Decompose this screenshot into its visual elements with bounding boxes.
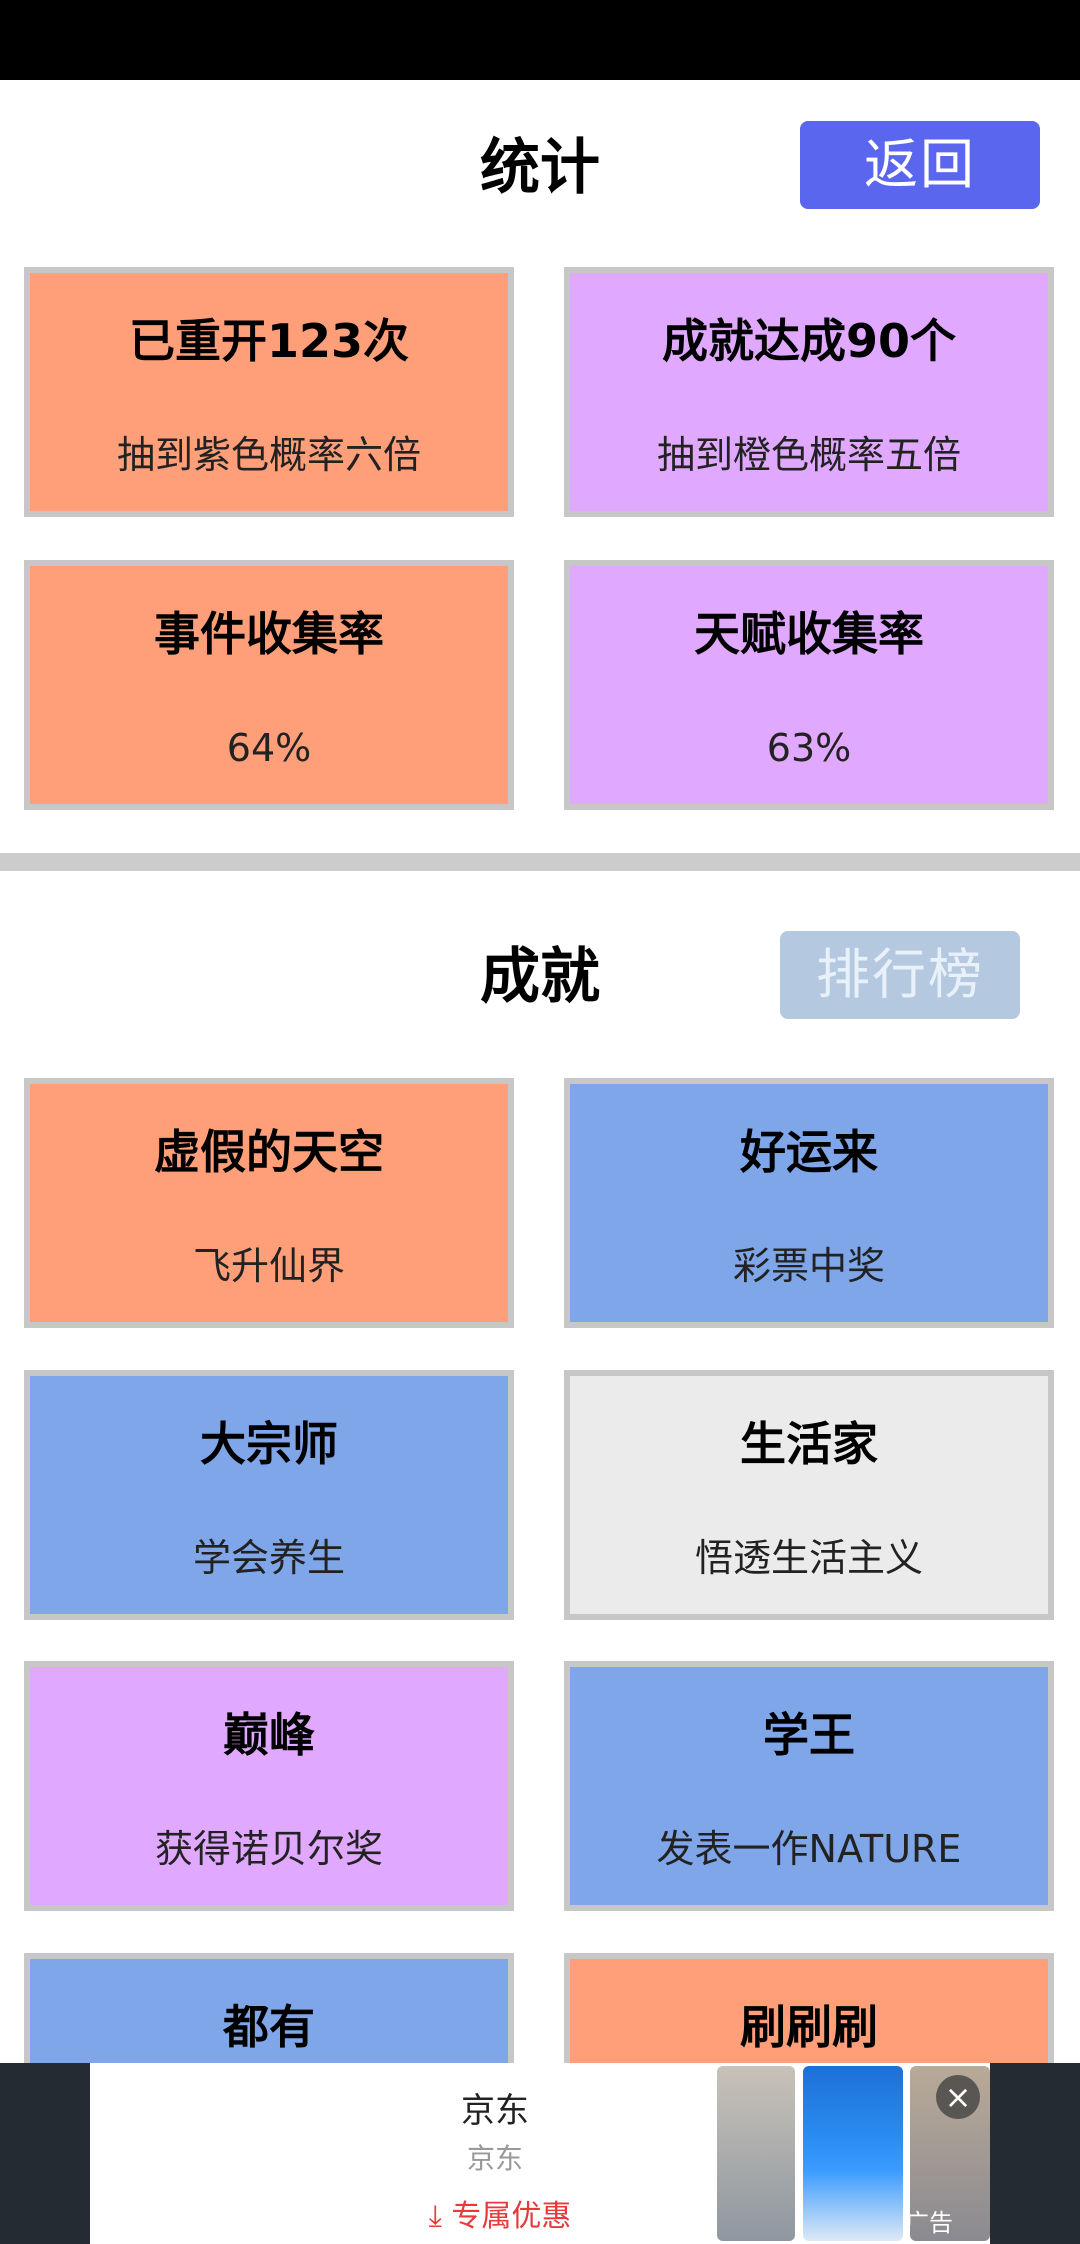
stat-card-talent-rate[interactable]: 天赋收集率 63% [564, 560, 1054, 810]
achievement-title: 大宗师 [200, 1417, 338, 1471]
ad-subtitle: 京东 [466, 2142, 523, 2175]
achievement-card[interactable]: 虚假的天空 飞升仙界 [24, 1078, 514, 1328]
section-divider [0, 853, 1080, 871]
achievement-title: 刷刷刷 [740, 2000, 878, 2054]
achievement-card[interactable]: 生活家 悟透生活主义 [564, 1370, 1054, 1620]
stat-card-sub: 抽到橙色概率五倍 [656, 433, 961, 477]
ad-cta-button[interactable]: ⤓ 专属优惠 [400, 2191, 600, 2235]
stat-card-event-rate[interactable]: 事件收集率 64% [24, 560, 514, 810]
stat-card-achievements[interactable]: 成就达成90个 抽到橙色概率五倍 [564, 267, 1054, 517]
stat-card-sub: 63% [766, 726, 852, 770]
achievement-title: 生活家 [740, 1417, 878, 1471]
achievement-card[interactable]: 学王 发表一作NATURE [564, 1661, 1054, 1911]
achievement-title: 虚假的天空 [154, 1125, 384, 1179]
achievement-desc: 学会养生 [192, 1536, 345, 1580]
ad-title: 京东 [461, 2091, 529, 2131]
achievement-title: 学王 [763, 1708, 855, 1762]
achievement-title: 好运来 [740, 1125, 878, 1179]
achievement-desc: 飞升仙界 [192, 1244, 345, 1288]
back-button[interactable]: 返回 [800, 121, 1040, 209]
achievement-card[interactable]: 巅峰 获得诺贝尔奖 [24, 1661, 514, 1911]
achievement-title: 巅峰 [223, 1708, 315, 1762]
achievement-card[interactable]: 大宗师 学会养生 [24, 1370, 514, 1620]
achievement-desc: 获得诺贝尔奖 [154, 1827, 383, 1871]
stat-card-title: 成就达成90个 [661, 314, 956, 368]
download-arrow-icon: ⤓ [428, 2199, 442, 2234]
ad-cta-label: 专属优惠 [451, 2199, 572, 2234]
achievement-desc: 发表一作NATURE [656, 1827, 962, 1871]
ad-image[interactable] [803, 2066, 903, 2241]
ad-banner[interactable]: 京东 京东 ⤓ 专属优惠 × 广告 [0, 2063, 1080, 2244]
ad-label: 广告 [905, 2209, 953, 2237]
achievement-card[interactable]: 好运来 彩票中奖 [564, 1078, 1054, 1328]
stat-card-title: 天赋收集率 [694, 607, 924, 661]
leaderboard-button[interactable]: 排行榜 [780, 931, 1020, 1019]
stat-card-restarts[interactable]: 已重开123次 抽到紫色概率六倍 [24, 267, 514, 517]
stat-card-title: 已重开123次 [128, 314, 410, 368]
status-bar [0, 0, 1080, 80]
achievement-desc: 彩票中奖 [732, 1244, 885, 1288]
stat-card-sub: 抽到紫色概率六倍 [116, 433, 421, 477]
achievement-title: 都有 [223, 2000, 315, 2054]
stat-card-title: 事件收集率 [154, 607, 384, 661]
achievement-desc: 悟透生活主义 [694, 1536, 923, 1580]
close-icon[interactable]: × [936, 2075, 980, 2119]
stat-card-sub: 64% [226, 726, 312, 770]
ad-image[interactable] [717, 2066, 795, 2241]
